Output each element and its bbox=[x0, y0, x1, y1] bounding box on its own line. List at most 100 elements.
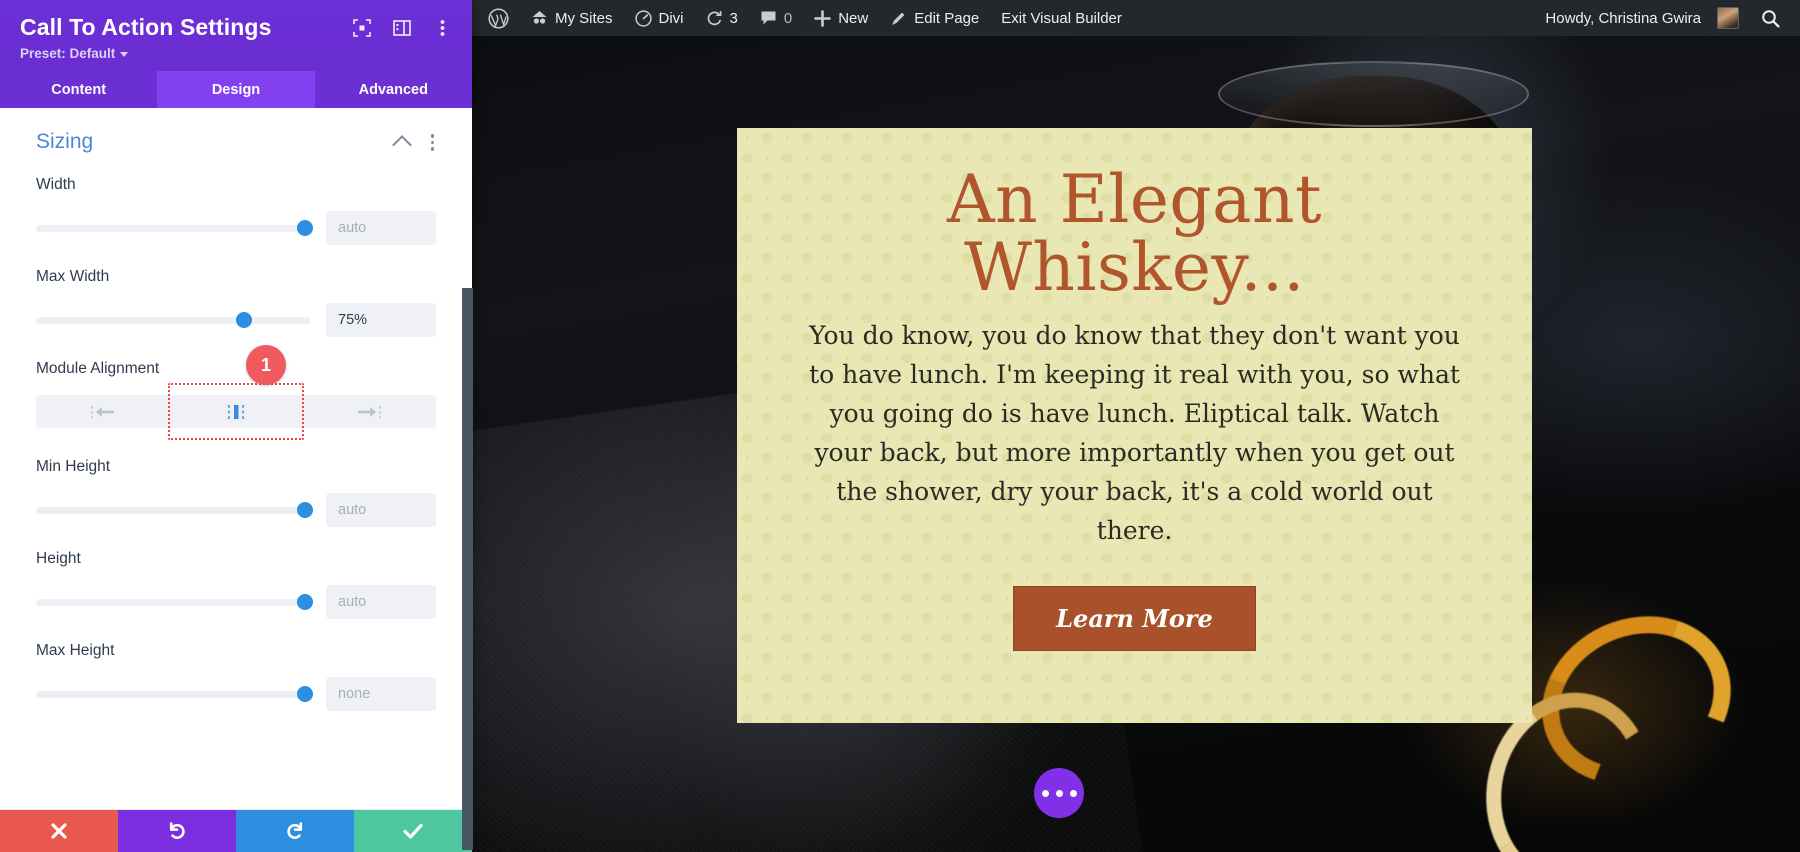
max-height-slider[interactable] bbox=[36, 686, 310, 702]
slider-knob[interactable] bbox=[297, 220, 313, 236]
adminbar-edit-page-label: Edit Page bbox=[914, 10, 979, 27]
page-scrollbar[interactable] bbox=[462, 288, 473, 850]
slider-track bbox=[36, 691, 310, 698]
min-height-input[interactable]: auto bbox=[326, 493, 436, 527]
slider-track bbox=[36, 599, 310, 606]
slider-track bbox=[36, 507, 310, 514]
field-label: Min Height bbox=[36, 458, 436, 476]
slider-knob[interactable] bbox=[297, 594, 313, 610]
cta-learn-more-button[interactable]: Learn More bbox=[1013, 586, 1256, 651]
adminbar-exit-label: Exit Visual Builder bbox=[1001, 10, 1122, 27]
panel-header: Call To Action Settings bbox=[0, 0, 472, 71]
chevron-up-icon[interactable] bbox=[392, 135, 412, 155]
avatar bbox=[1717, 7, 1739, 29]
slider-track bbox=[36, 317, 310, 324]
plus-icon bbox=[814, 10, 831, 27]
width-slider[interactable] bbox=[36, 220, 310, 236]
field-label: Module Alignment bbox=[36, 360, 436, 378]
redo-button[interactable] bbox=[236, 810, 354, 852]
ellipsis-icon bbox=[1042, 790, 1049, 797]
width-input[interactable]: auto bbox=[326, 211, 436, 245]
field-width: Width auto bbox=[36, 176, 436, 245]
page-title: Call To Action Settings bbox=[20, 14, 352, 40]
save-button[interactable] bbox=[354, 810, 472, 852]
kebab-menu-icon[interactable] bbox=[432, 18, 452, 38]
wp-admin-bar: My Sites Divi 3 bbox=[472, 0, 1800, 36]
slider-knob[interactable] bbox=[236, 312, 252, 328]
max-width-slider[interactable] bbox=[36, 312, 310, 328]
height-input[interactable]: auto bbox=[326, 585, 436, 619]
adminbar-my-sites[interactable]: My Sites bbox=[520, 0, 624, 36]
search-icon bbox=[1761, 9, 1780, 28]
adminbar-comments-count: 0 bbox=[784, 10, 792, 27]
sites-icon bbox=[531, 10, 548, 26]
undo-icon bbox=[166, 820, 188, 842]
min-height-slider[interactable] bbox=[36, 502, 310, 518]
field-label: Max Height bbox=[36, 642, 436, 660]
tab-design[interactable]: Design bbox=[157, 71, 314, 108]
adminbar-account[interactable]: Howdy, Christina Gwira bbox=[1534, 0, 1750, 36]
preset-selector[interactable]: Preset: Default bbox=[20, 46, 452, 61]
adminbar-my-sites-label: My Sites bbox=[555, 10, 613, 27]
wordpress-logo-icon bbox=[488, 8, 509, 29]
align-left-icon[interactable] bbox=[36, 395, 169, 428]
ellipsis-icon bbox=[1070, 790, 1077, 797]
adminbar-search[interactable] bbox=[1750, 0, 1800, 36]
adminbar-updates[interactable]: 3 bbox=[695, 0, 749, 36]
section-title: Sizing bbox=[36, 130, 395, 154]
panel-tabs: Content Design Advanced bbox=[0, 71, 472, 108]
adminbar-new-label: New bbox=[838, 10, 868, 27]
module-settings-panel: Call To Action Settings bbox=[0, 0, 472, 852]
module-alignment-group bbox=[36, 395, 436, 428]
redo-icon bbox=[284, 820, 306, 842]
chevron-down-icon bbox=[120, 52, 128, 57]
tab-content[interactable]: Content bbox=[0, 71, 157, 108]
check-icon bbox=[402, 821, 424, 841]
visual-builder-preview: My Sites Divi 3 bbox=[472, 0, 1800, 852]
adminbar-divi[interactable]: Divi bbox=[624, 0, 695, 36]
field-label: Height bbox=[36, 550, 436, 568]
slider-knob[interactable] bbox=[297, 686, 313, 702]
max-width-input[interactable]: 75% bbox=[326, 303, 436, 337]
align-right-icon[interactable] bbox=[303, 395, 436, 428]
step-badge: 1 bbox=[246, 345, 286, 385]
adminbar-comments[interactable]: 0 bbox=[749, 0, 803, 36]
module-more-options-button[interactable] bbox=[1034, 768, 1084, 818]
fullscreen-icon[interactable] bbox=[352, 18, 372, 38]
adminbar-exit-visual-builder[interactable]: Exit Visual Builder bbox=[990, 0, 1133, 36]
ellipsis-icon bbox=[1056, 790, 1063, 797]
comments-icon bbox=[760, 10, 777, 26]
field-max-width: Max Width 75% bbox=[36, 268, 436, 337]
updates-icon bbox=[706, 10, 723, 27]
cta-module[interactable]: An Elegant Whiskey... You do know, you d… bbox=[737, 128, 1532, 723]
cta-body-text: You do know, you do know that they don't… bbox=[797, 316, 1472, 550]
pencil-icon bbox=[890, 10, 907, 27]
undo-button[interactable] bbox=[118, 810, 236, 852]
field-module-alignment: Module Alignment 1 bbox=[36, 360, 436, 428]
kebab-menu-icon[interactable] bbox=[429, 132, 437, 153]
max-height-input[interactable]: none bbox=[326, 677, 436, 711]
adminbar-wordpress-logo[interactable] bbox=[472, 0, 520, 36]
tab-advanced[interactable]: Advanced bbox=[315, 71, 472, 108]
panel-body: Sizing Width auto Max Wi bbox=[0, 108, 472, 809]
field-height: Height auto bbox=[36, 550, 436, 619]
adminbar-howdy-label: Howdy, Christina Gwira bbox=[1545, 10, 1701, 27]
cancel-button[interactable] bbox=[0, 810, 118, 852]
field-label: Max Width bbox=[36, 268, 436, 286]
field-max-height: Max Height none bbox=[36, 642, 436, 711]
adminbar-updates-count: 3 bbox=[730, 10, 738, 27]
height-slider[interactable] bbox=[36, 594, 310, 610]
adminbar-edit-page[interactable]: Edit Page bbox=[879, 0, 990, 36]
slider-track bbox=[36, 225, 310, 232]
dashboard-icon bbox=[635, 10, 652, 27]
adminbar-new[interactable]: New bbox=[803, 0, 879, 36]
slider-knob[interactable] bbox=[297, 502, 313, 518]
cta-title: An Elegant Whiskey... bbox=[797, 166, 1472, 302]
section-header-sizing: Sizing bbox=[36, 130, 436, 154]
preset-label: Preset: Default bbox=[20, 46, 115, 61]
align-center-icon[interactable] bbox=[169, 395, 302, 428]
adminbar-divi-label: Divi bbox=[659, 10, 684, 27]
layout-columns-icon[interactable] bbox=[392, 18, 412, 38]
close-icon bbox=[49, 821, 69, 841]
field-min-height: Min Height auto bbox=[36, 458, 436, 527]
